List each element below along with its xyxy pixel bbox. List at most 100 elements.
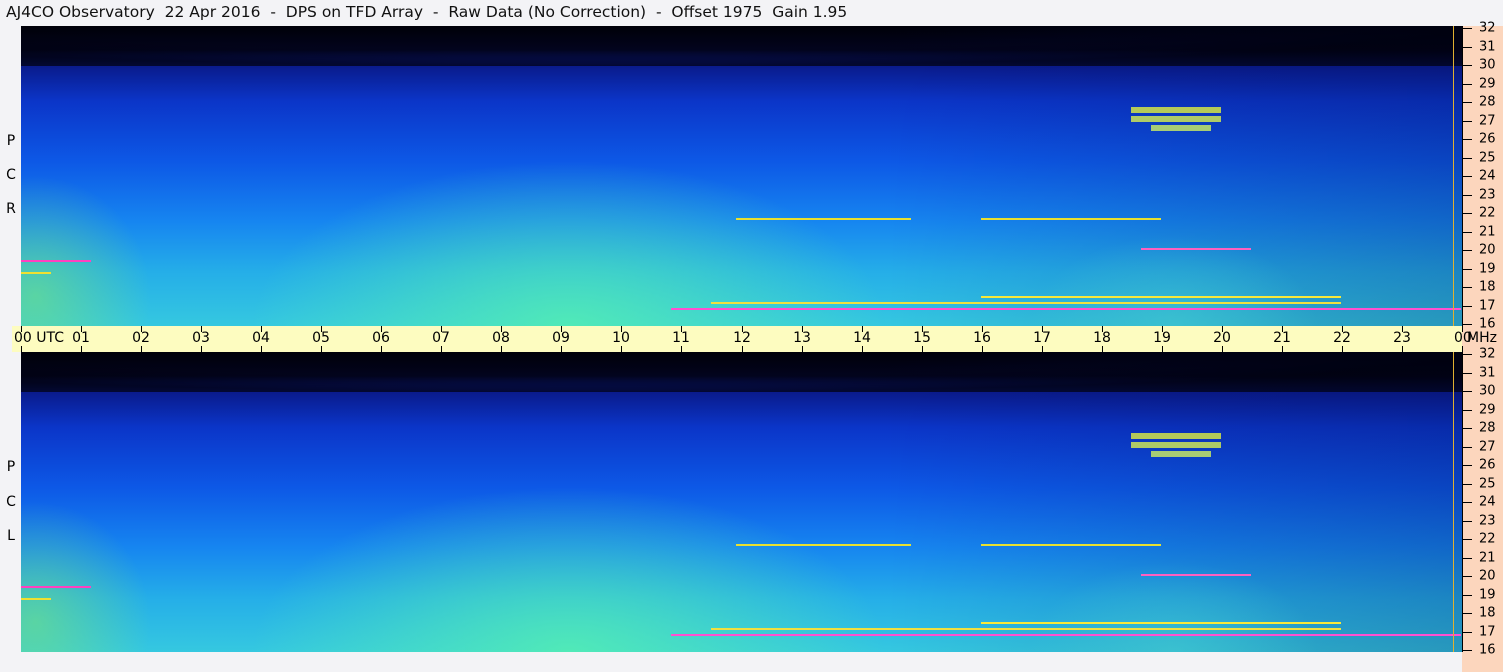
time-tick-label: 03 [192, 330, 210, 346]
freq-tick-label: 25 [1479, 150, 1496, 166]
time-tick-label: 23 [1393, 330, 1411, 346]
time-tick-label: 10 [612, 330, 630, 346]
time-tick [381, 346, 382, 352]
time-tick [681, 346, 682, 352]
time-tick [561, 346, 562, 352]
interference-line [671, 308, 1461, 310]
freq-tick-label: 18 [1479, 605, 1496, 621]
interference-line [21, 272, 51, 274]
freq-tick [1462, 650, 1472, 651]
freq-tick [1462, 632, 1472, 633]
interference-line [21, 598, 51, 600]
time-tick [501, 346, 502, 352]
freq-tick [1462, 558, 1472, 559]
freq-tick-label: 20 [1479, 242, 1496, 258]
interference-line [1151, 125, 1211, 131]
interference-line [736, 544, 911, 546]
freq-tick [1462, 47, 1472, 48]
freq-tick-label: 27 [1479, 113, 1496, 129]
freq-tick [1462, 306, 1472, 307]
freq-tick [1462, 232, 1472, 233]
freq-tick-label: 25 [1479, 476, 1496, 492]
freq-tick [1462, 447, 1472, 448]
panel-label-rcp-c: C [6, 167, 16, 183]
rcp-spectrogram [21, 26, 1462, 326]
interference-line [981, 544, 1161, 546]
time-tick [1042, 346, 1043, 352]
time-tick [621, 346, 622, 352]
time-tick-label: 20 [1213, 330, 1231, 346]
time-tick-label: 15 [913, 330, 931, 346]
time-tick [982, 346, 983, 352]
time-tick [1162, 346, 1163, 352]
freq-tick-label: 21 [1479, 224, 1496, 240]
freq-tick [1462, 576, 1472, 577]
freq-tick [1462, 213, 1472, 214]
freq-tick [1462, 139, 1472, 140]
freq-tick-label: 17 [1479, 624, 1496, 640]
time-tick [1102, 346, 1103, 352]
time-tick [141, 346, 142, 352]
freq-tick-label: 32 [1479, 20, 1496, 36]
time-tick [1402, 346, 1403, 352]
time-tick-label: 02 [132, 330, 150, 346]
freq-tick [1462, 613, 1472, 614]
freq-tick [1462, 373, 1472, 374]
time-tick [81, 346, 82, 352]
freq-tick [1462, 521, 1472, 522]
freq-tick [1462, 410, 1472, 411]
interference-line [981, 218, 1161, 220]
interference-line [1131, 433, 1221, 439]
time-tick-label: 05 [312, 330, 330, 346]
time-tick [21, 346, 22, 352]
time-tick-label: 14 [853, 330, 871, 346]
time-tick-label: 07 [432, 330, 450, 346]
time-tick-label: 21 [1273, 330, 1291, 346]
freq-tick-label: 26 [1479, 457, 1496, 473]
interference-line [1131, 107, 1221, 113]
interference-line [1151, 451, 1211, 457]
freq-tick [1462, 287, 1472, 288]
freq-tick-label: 17 [1479, 298, 1496, 314]
freq-tick-label: 30 [1479, 57, 1496, 73]
freq-tick [1462, 158, 1472, 159]
freq-tick-label: 31 [1479, 39, 1496, 55]
freq-tick-label: 24 [1479, 494, 1496, 510]
freq-tick [1462, 28, 1472, 29]
time-tick-label: 00 UTC [14, 330, 65, 346]
freq-tick-label: 21 [1479, 550, 1496, 566]
time-tick [802, 346, 803, 352]
freq-tick-label: 16 [1479, 316, 1496, 332]
freq-tick-label: 23 [1479, 513, 1496, 529]
time-tick-label: 22 [1333, 330, 1351, 346]
time-tick-label: 19 [1153, 330, 1171, 346]
freq-tick-label: 26 [1479, 131, 1496, 147]
window-title: AJ4CO Observatory 22 Apr 2016 - DPS on T… [6, 3, 848, 21]
time-tick-label: 08 [492, 330, 510, 346]
freq-tick-label: 20 [1479, 568, 1496, 584]
freq-tick-label: 27 [1479, 439, 1496, 455]
panel-label-lcp-l: L [7, 528, 15, 544]
freq-tick [1462, 539, 1472, 540]
interference-line [736, 218, 911, 220]
freq-tick [1462, 428, 1472, 429]
freq-tick-label: 29 [1479, 402, 1496, 418]
spectrogram-dark-region [21, 26, 1462, 66]
interference-line [711, 628, 1341, 630]
freq-tick [1462, 391, 1472, 392]
interference-line [711, 302, 1341, 304]
freq-tick [1462, 84, 1472, 85]
time-tick-label: 18 [1093, 330, 1111, 346]
time-tick-label: 09 [552, 330, 570, 346]
time-tick [742, 346, 743, 352]
freq-tick-label: 29 [1479, 76, 1496, 92]
freq-tick-label: 24 [1479, 168, 1496, 184]
time-tick [321, 346, 322, 352]
freq-tick-label: 18 [1479, 279, 1496, 295]
freq-tick [1462, 250, 1472, 251]
freq-tick-label: 22 [1479, 531, 1496, 547]
panel-label-rcp-p: P [6, 133, 16, 149]
time-tick-label: 01 [72, 330, 90, 346]
time-tick-label: 16 [973, 330, 991, 346]
time-cursor-line [1453, 26, 1454, 326]
